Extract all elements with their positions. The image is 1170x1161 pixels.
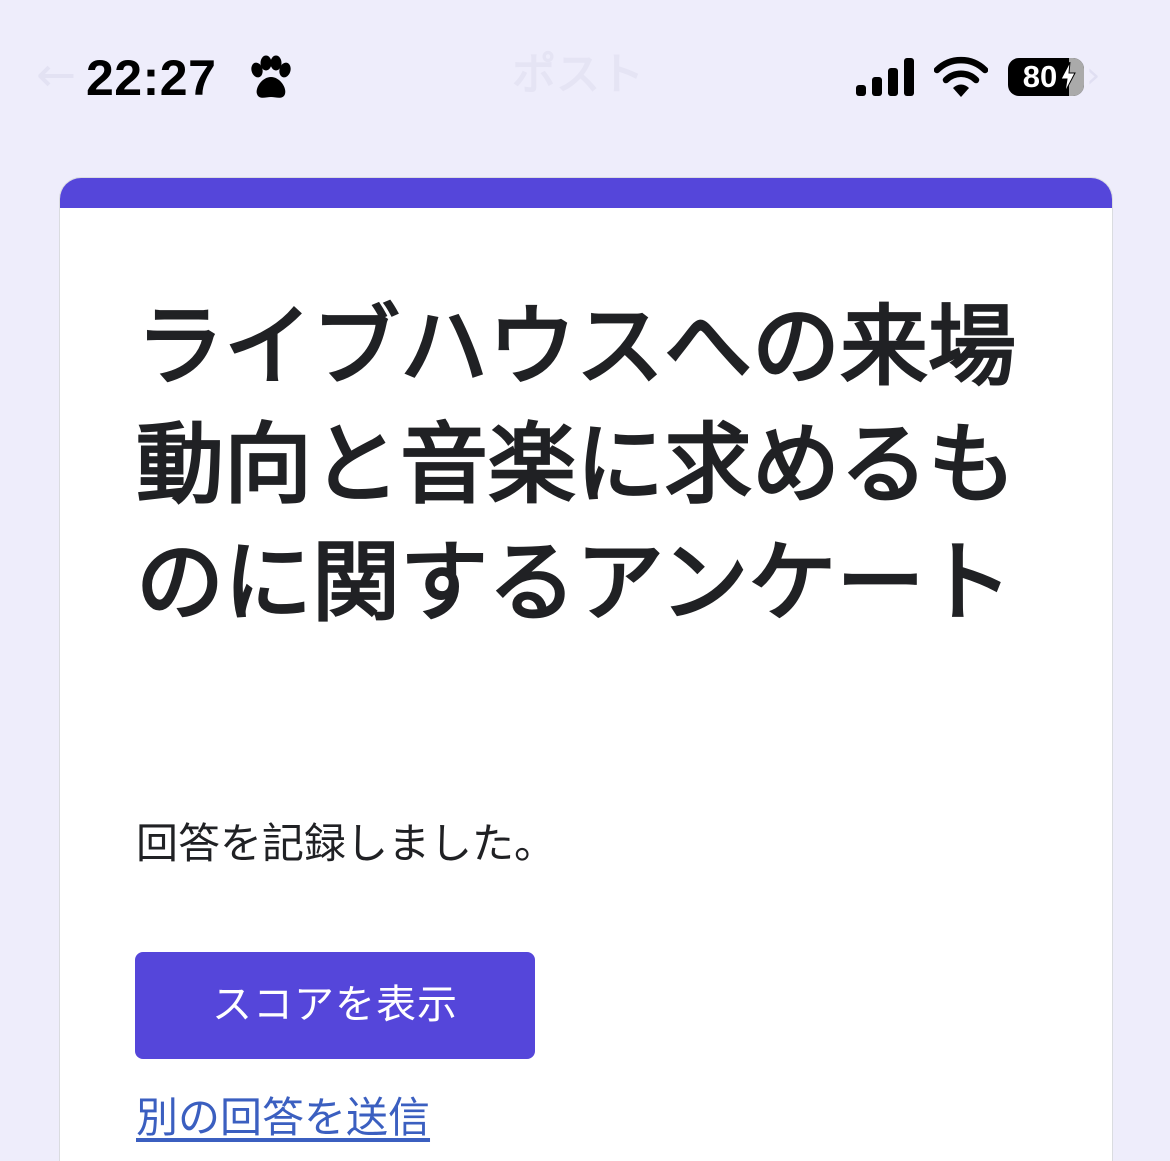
ghost-page-title: ポスト — [512, 49, 644, 100]
status-bar: ← ポスト › 22:27 80 — [0, 0, 1170, 150]
confirmation-message: 回答を記録しました。 — [136, 819, 557, 868]
view-score-button[interactable]: スコアを表示 — [135, 952, 535, 1059]
paw-icon — [251, 55, 291, 98]
form-card: ライブハウスへの来場動向と音楽に求めるものに関するアンケート 回答を記録しました… — [59, 177, 1113, 1161]
form-title: ライブハウスへの来場動向と音楽に求めるものに関するアンケート — [136, 295, 1017, 634]
back-arrow-icon: ← — [36, 47, 77, 103]
charging-bolt-icon — [1060, 62, 1076, 92]
card-accent-bar — [60, 178, 1112, 208]
submit-another-response-link[interactable]: 別の回答を送信 — [136, 1090, 430, 1146]
wifi-icon — [934, 56, 988, 97]
chevron-right-icon: › — [1086, 55, 1101, 96]
status-time: 22:27 — [86, 50, 217, 106]
cellular-signal-icon — [856, 58, 914, 96]
